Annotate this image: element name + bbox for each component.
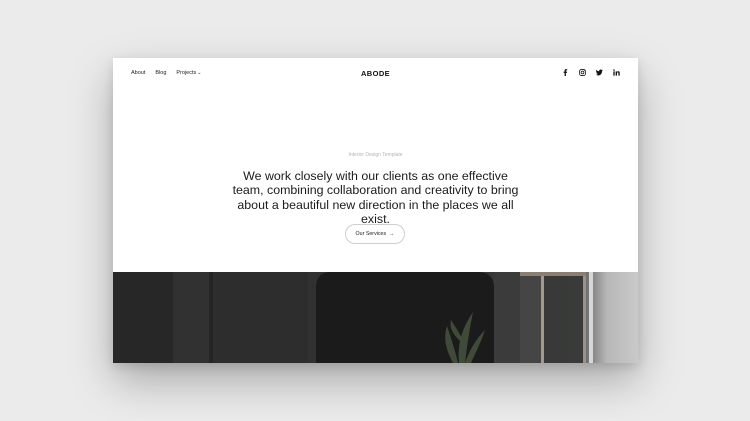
hero-image (113, 272, 638, 363)
hero-headline: We work closely with our clients as one … (232, 169, 519, 226)
hero-eyebrow: Interior Design Template (348, 152, 403, 158)
arrow-right-icon: → (389, 231, 395, 237)
our-services-label: Our Services (355, 231, 387, 237)
browser-window: About Blog Projects⌄ ABODE Interior Desi… (113, 58, 638, 363)
hero-section: Interior Design Template We work closely… (113, 58, 638, 272)
our-services-button[interactable]: Our Services → (345, 224, 405, 244)
